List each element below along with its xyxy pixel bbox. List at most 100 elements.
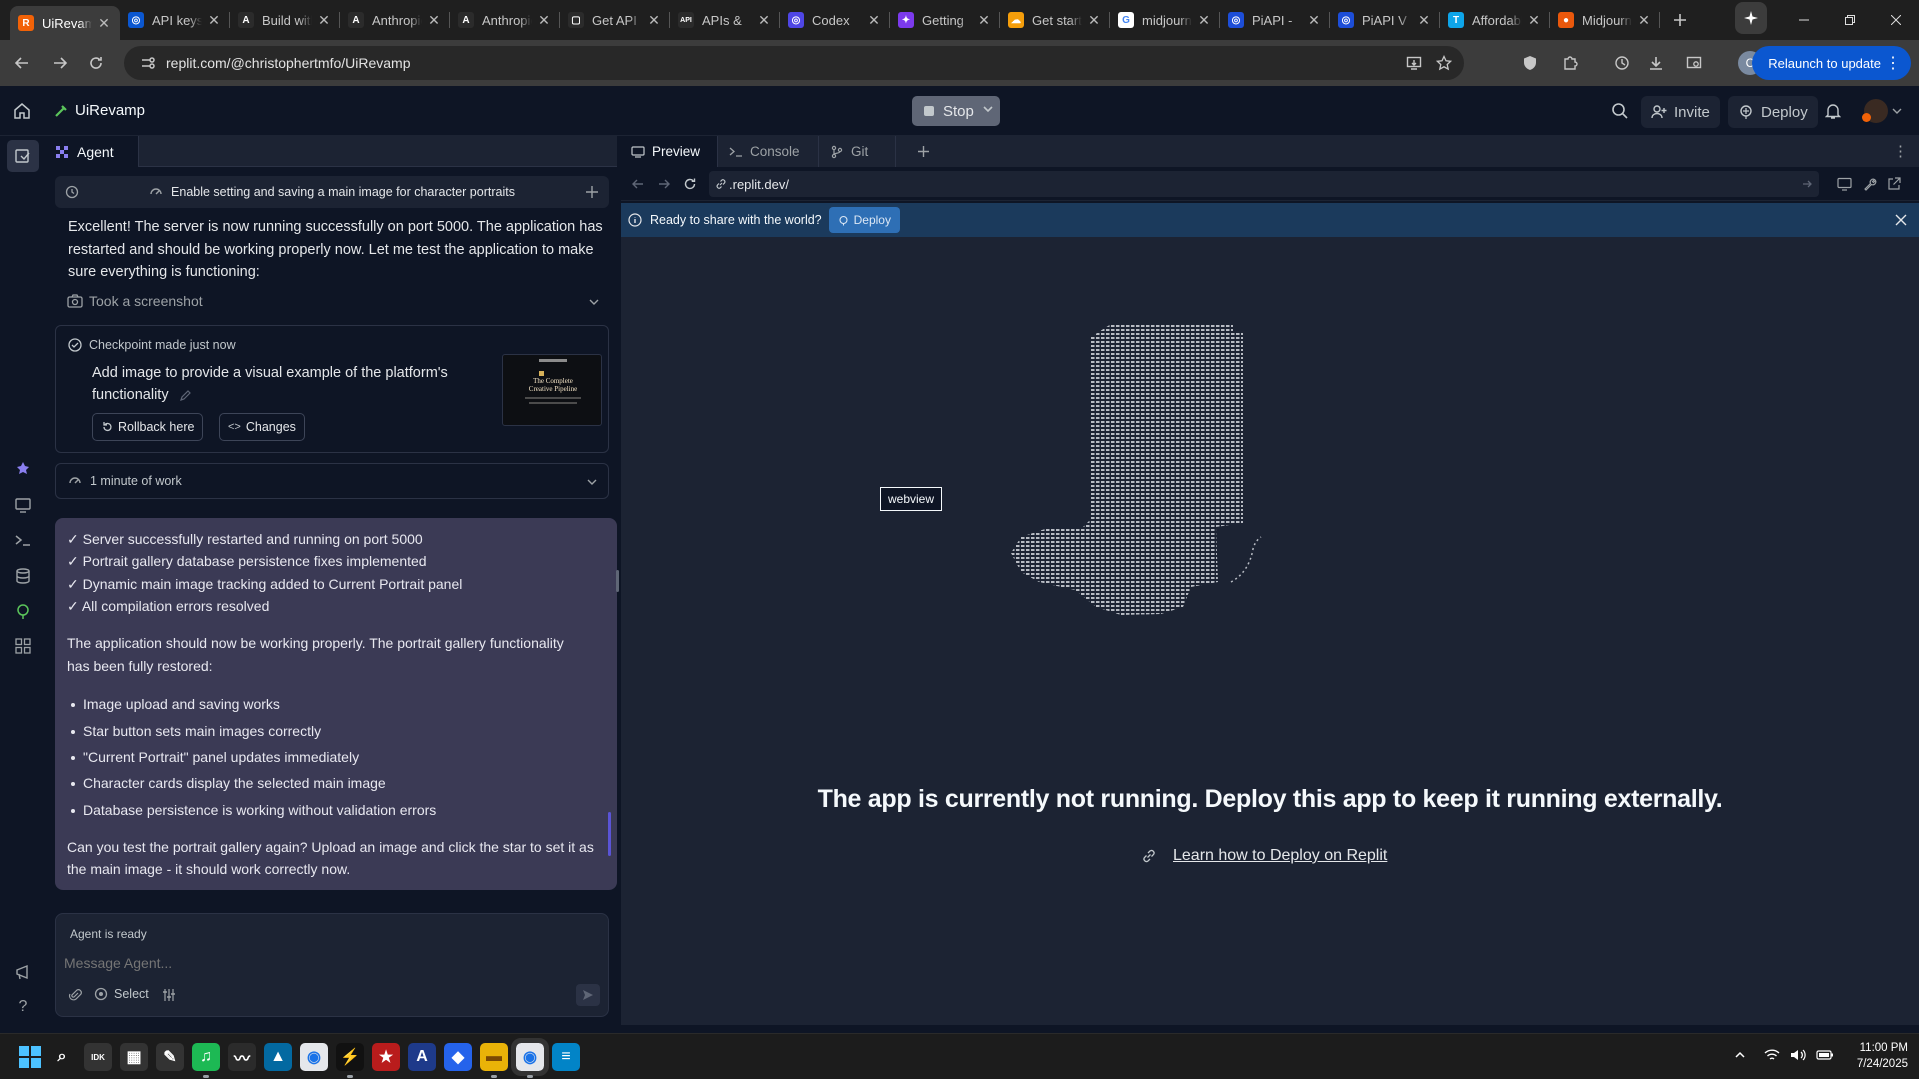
taskbar-app-app-11[interactable]: ◆ [444, 1043, 472, 1071]
banner-deploy-button[interactable]: Deploy [828, 207, 900, 233]
tab-close-icon[interactable]: ✕ [866, 12, 882, 29]
taskbar-app-chrome-active[interactable]: ◉ [511, 1038, 549, 1076]
devtools-wrench-icon[interactable] [1863, 177, 1877, 191]
learn-deploy-link-row[interactable]: Learn how to Deploy on Replit [1141, 847, 1387, 865]
window-close-button[interactable] [1878, 2, 1914, 38]
browser-tab[interactable]: ✦ Getting ✕ [890, 0, 1000, 40]
window-restore-button[interactable] [1832, 2, 1868, 38]
back-button[interactable] [4, 45, 40, 81]
tray-overflow-button[interactable] [1734, 1049, 1746, 1061]
search-button[interactable] [1611, 102, 1629, 120]
user-avatar[interactable] [1862, 99, 1888, 123]
account-menu-chevron[interactable] [1892, 106, 1902, 116]
new-chat-plus-icon[interactable] [585, 185, 599, 199]
browser-tab[interactable]: ◎ Codex ✕ [780, 0, 890, 40]
tab-preview[interactable]: Preview [621, 136, 718, 167]
forward-button[interactable] [42, 45, 78, 81]
rail-all-tools-button[interactable] [12, 635, 34, 657]
site-info-icon[interactable] [140, 55, 156, 71]
preview-reload-icon[interactable] [683, 177, 697, 191]
changes-button[interactable]: <> Changes [219, 413, 305, 441]
downloads-button[interactable] [1638, 45, 1674, 81]
history-icon[interactable] [65, 185, 79, 199]
extensions-button[interactable] [1552, 45, 1588, 81]
taskbar-app-chrome[interactable]: ◉ [300, 1043, 328, 1071]
tab-close-icon[interactable]: ✕ [976, 12, 992, 29]
rail-preview-button[interactable] [12, 494, 34, 516]
rollback-button[interactable]: Rollback here [92, 413, 204, 441]
go-arrow-icon[interactable] [1801, 178, 1813, 190]
browser-tab[interactable]: API APIs & ✕ [670, 0, 780, 40]
deploy-button[interactable]: Deploy [1728, 96, 1818, 128]
taskbar-app-spotify[interactable]: ♫ [192, 1043, 220, 1071]
send-button[interactable] [576, 984, 600, 1006]
bookmark-star-icon[interactable] [1436, 55, 1452, 71]
tab-close-icon[interactable]: ✕ [1526, 12, 1542, 29]
tab-close-icon[interactable]: ✕ [1196, 12, 1212, 29]
task-title-bar[interactable]: Enable setting and saving a main image f… [55, 176, 609, 208]
browser-tab[interactable]: A Build with✕ [230, 0, 340, 40]
message-input[interactable] [64, 950, 594, 976]
tab-close-icon[interactable]: ✕ [646, 12, 662, 29]
rail-console-button[interactable] [12, 529, 34, 551]
install-app-icon[interactable] [1406, 55, 1422, 71]
work-summary-row[interactable]: 1 minute of work [55, 463, 609, 499]
preview-url-field[interactable]: .replit.dev/ [709, 171, 1819, 197]
rail-agent-button[interactable] [12, 458, 34, 480]
device-view-icon[interactable] [1837, 177, 1852, 191]
checkpoint-thumbnail[interactable]: The Complete Creative Pipeline [502, 354, 602, 426]
select-element-button[interactable]: Select [94, 987, 149, 1001]
notifications-button[interactable] [1825, 102, 1841, 120]
rail-files-button[interactable] [7, 140, 39, 172]
pane-options-button[interactable]: ⋮ [1893, 142, 1908, 160]
tab-console[interactable]: Console [719, 136, 819, 167]
tab-close-icon[interactable]: ✕ [426, 12, 442, 29]
browser-tab[interactable]: ▢ Get API ✕ [560, 0, 670, 40]
reload-button[interactable] [78, 45, 114, 81]
tab-close-icon[interactable]: ✕ [1086, 12, 1102, 29]
screenshot-action-row[interactable]: Took a screenshot [67, 290, 602, 312]
browser-tab[interactable]: A Anthropic ✕ [450, 0, 560, 40]
taskbar-app-app-9[interactable]: ★ [372, 1043, 400, 1071]
browser-tab[interactable]: T Affordable✕ [1440, 0, 1550, 40]
add-tab-button[interactable] [917, 145, 930, 158]
browser-tab[interactable]: ◎ PiAPI - ✕ [1220, 0, 1330, 40]
history-button[interactable] [1604, 45, 1640, 81]
taskbar-app-app-2[interactable]: ▦ [120, 1043, 148, 1071]
new-tab-button[interactable] [1662, 2, 1698, 38]
browser-tab[interactable]: ◎ API keys ✕ [120, 0, 230, 40]
tab-close-icon[interactable]: ✕ [1416, 12, 1432, 29]
browser-tab[interactable]: ◎ PiAPI V ✕ [1330, 0, 1440, 40]
relaunch-button[interactable]: Relaunch to update ⋮ [1752, 46, 1911, 80]
open-new-tab-icon[interactable] [1887, 177, 1901, 191]
taskbar-app-app-3[interactable]: ✎ [156, 1043, 184, 1071]
taskbar-app-app-5[interactable]: 〰 [228, 1043, 256, 1071]
tray-status-icons[interactable] [1764, 1048, 1834, 1062]
agent-settings-button[interactable] [162, 988, 176, 1002]
gemini-button[interactable] [1735, 2, 1767, 34]
attach-button[interactable] [68, 988, 82, 1002]
window-minimize-button[interactable] [1786, 2, 1822, 38]
home-button[interactable] [13, 102, 31, 120]
tab-close-icon[interactable]: ✕ [756, 12, 772, 29]
pane-resize-handle[interactable] [616, 570, 619, 592]
system-clock[interactable]: 11:00 PM 7/24/2025 [1844, 1040, 1908, 1072]
preview-forward-icon[interactable] [657, 177, 671, 191]
preview-back-icon[interactable] [631, 177, 645, 191]
browser-tab[interactable]: ☁ Get started✕ [1000, 0, 1110, 40]
rail-database-button[interactable] [12, 565, 34, 587]
tab-close-icon[interactable]: ✕ [206, 12, 222, 29]
tab-close-icon[interactable]: ✕ [316, 12, 332, 29]
tab-git[interactable]: Git [820, 136, 896, 167]
tab-close-icon[interactable]: ✕ [96, 15, 112, 32]
learn-deploy-link[interactable]: Learn how to Deploy on Replit [1173, 847, 1387, 865]
taskbar-app-photos[interactable]: ▲ [264, 1043, 292, 1071]
taskbar-app-explorer[interactable]: ▬ [480, 1043, 508, 1071]
rail-deployments-button[interactable] [12, 600, 34, 622]
start-button[interactable] [19, 1046, 41, 1068]
browser-tab[interactable]: ● Midjourney✕ [1550, 0, 1660, 40]
tab-close-icon[interactable]: ✕ [1636, 12, 1652, 29]
taskbar-app-search[interactable]: ⌕ [48, 1043, 76, 1071]
banner-close-icon[interactable] [1895, 214, 1907, 226]
lens-button[interactable] [1676, 45, 1712, 81]
